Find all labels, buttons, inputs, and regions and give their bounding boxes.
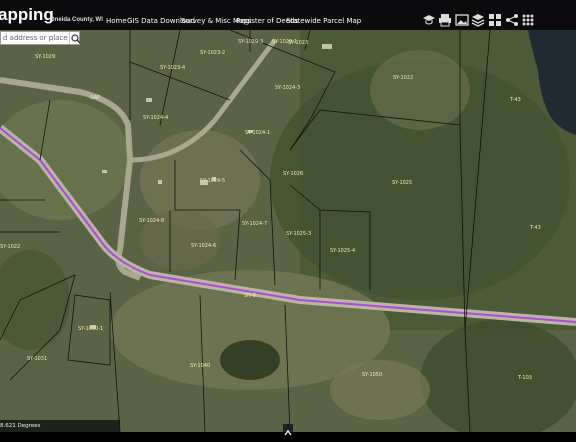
expand-panel-button[interactable]	[283, 424, 293, 436]
search-input[interactable]: d address or place	[3, 34, 68, 42]
dots-icon[interactable]	[521, 13, 535, 27]
nav-home[interactable]: Home	[106, 17, 127, 25]
print-icon[interactable]	[438, 13, 452, 27]
chevron-up-icon	[284, 429, 292, 436]
map-canvas[interactable]	[0, 30, 576, 432]
search-icon	[71, 34, 81, 44]
header-bar: apping Oneida County, WI Home GIS Data D…	[0, 0, 576, 30]
grid-icon[interactable]	[488, 13, 502, 27]
county-label: Oneida County, WI	[50, 17, 103, 23]
share-icon[interactable]	[505, 13, 519, 27]
image-icon[interactable]	[455, 13, 469, 27]
search-button[interactable]	[69, 32, 81, 44]
app-title: apping	[0, 5, 54, 24]
aerial-map[interactable]: SY-1029 SY-1029-3 SY-1029-1 SY-1023 SY-1…	[0, 30, 576, 432]
layers-icon[interactable]	[471, 13, 485, 27]
graduation-cap-icon[interactable]	[422, 13, 436, 27]
search-box[interactable]: d address or place	[0, 31, 81, 45]
coordinates-readout: 8.621 Degrees	[0, 423, 41, 429]
nav-statewide-parcel-map[interactable]: Statewide Parcel Map	[286, 17, 361, 25]
